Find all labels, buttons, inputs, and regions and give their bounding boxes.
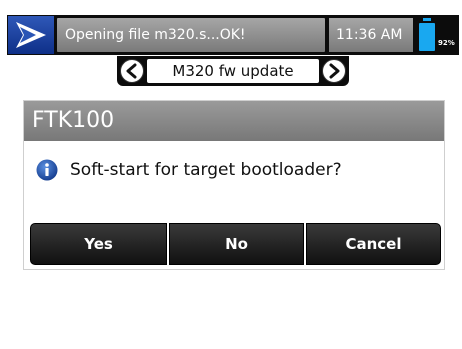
status-message: Opening file m320.s...OK!: [57, 18, 325, 52]
dialog-button-bar: Yes No Cancel: [30, 223, 441, 265]
confirm-dialog: FTK100 Soft-start for target bootloader?…: [24, 101, 444, 269]
page-title: M320 fw update: [147, 59, 319, 83]
cancel-button[interactable]: Cancel: [306, 223, 441, 265]
dialog-header: FTK100: [24, 101, 444, 141]
logo-icon[interactable]: [8, 16, 54, 54]
battery-percent: 92%: [438, 39, 455, 47]
no-button[interactable]: No: [169, 223, 304, 265]
dialog-title: FTK100: [32, 108, 115, 133]
clock: 11:36 AM: [329, 18, 413, 52]
battery-indicator: 92%: [417, 17, 457, 53]
dialog-message: Soft-start for target bootloader?: [70, 160, 342, 180]
arrow-right-icon[interactable]: [322, 59, 346, 83]
yes-button[interactable]: Yes: [30, 223, 167, 265]
battery-cap: [423, 18, 431, 21]
status-bar: Opening file m320.s...OK! 11:36 AM 92%: [7, 15, 459, 55]
arrow-left-icon[interactable]: [120, 59, 144, 83]
battery-icon: [419, 23, 435, 51]
page-navigation: M320 fw update: [117, 56, 349, 86]
info-icon: [36, 159, 58, 181]
